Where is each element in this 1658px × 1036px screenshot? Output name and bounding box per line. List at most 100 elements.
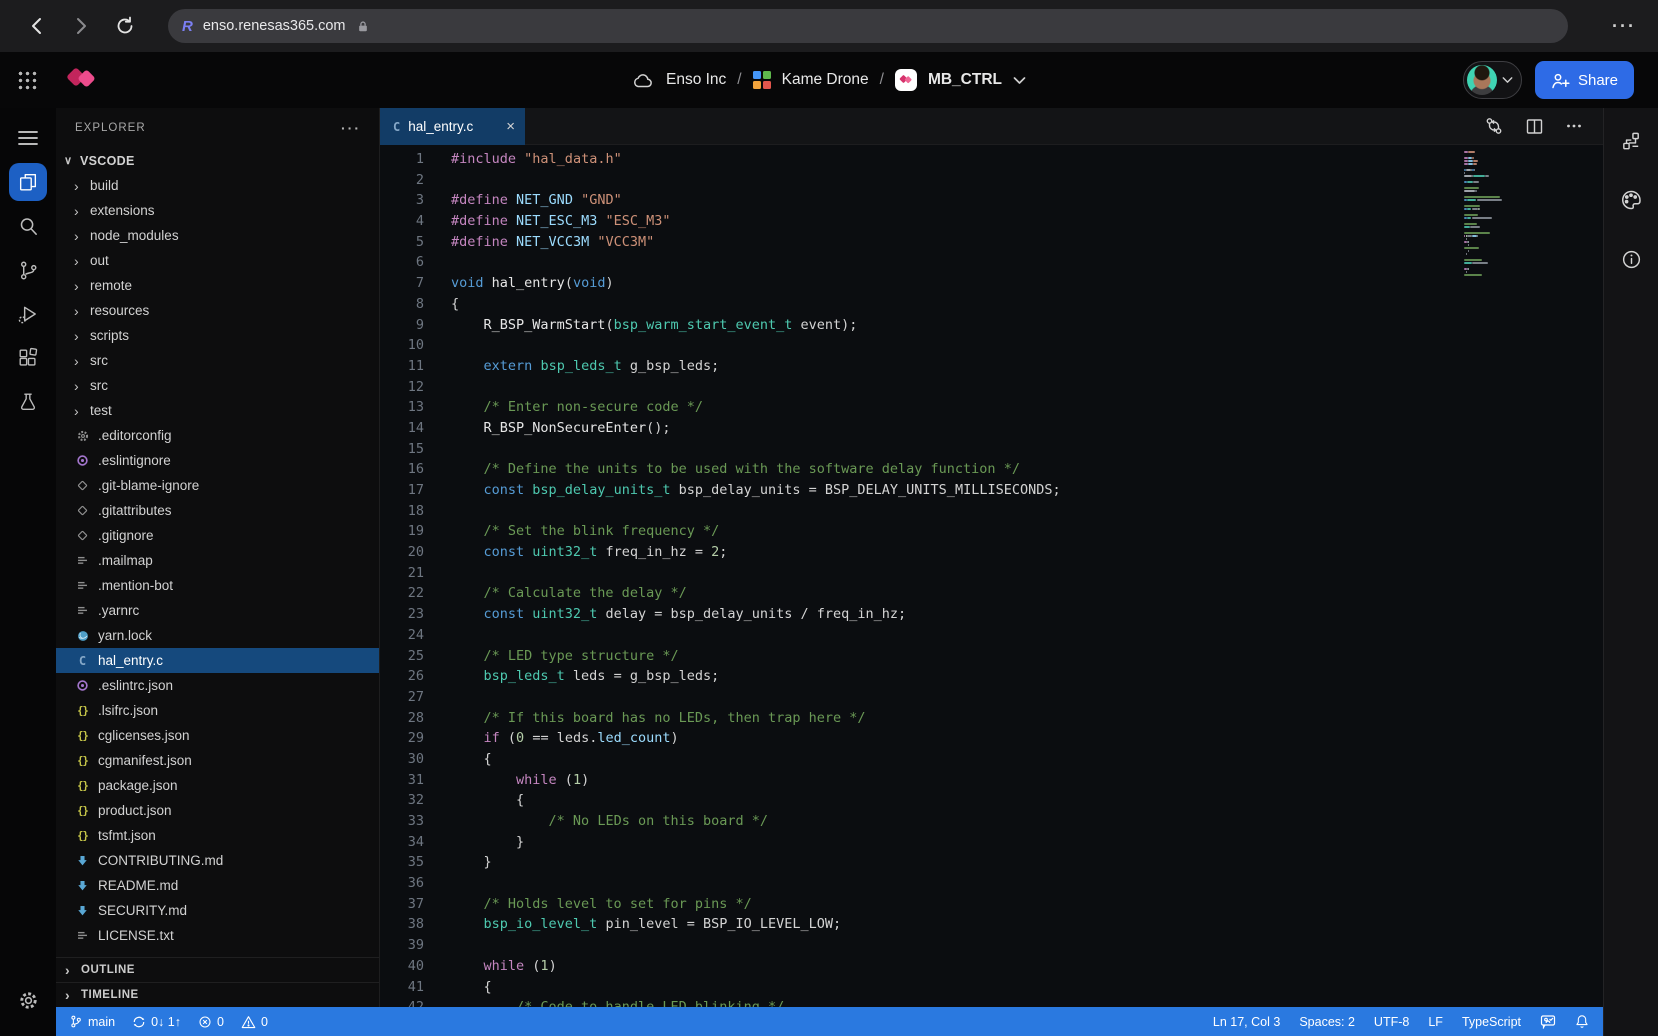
tree-folder[interactable]: ›node_modules	[56, 223, 379, 248]
tree-file[interactable]: .eslintignore	[56, 448, 379, 473]
breadcrumb-module[interactable]: MB_CTRL	[928, 71, 1002, 89]
code-line: 23 const uint32_t delay = bsp_delay_unit…	[380, 604, 1603, 625]
tab-hal-entry[interactable]: C hal_entry.c ×	[380, 108, 525, 145]
tree-folder[interactable]: ›test	[56, 398, 379, 423]
code-line: 19 /* Set the blink frequency */	[380, 521, 1603, 542]
code-line: 14 R_BSP_NonSecureEnter();	[380, 418, 1603, 439]
chevron-down-icon[interactable]	[1013, 76, 1026, 85]
git-icon	[74, 528, 91, 544]
notifications-bell-icon[interactable]	[1575, 1014, 1589, 1029]
line-number: 35	[380, 852, 424, 873]
app-launcher-icon[interactable]	[17, 70, 37, 90]
tree-file[interactable]: {}.lsifrc.json	[56, 698, 379, 723]
source-control-icon[interactable]	[4, 248, 52, 292]
section-outline[interactable]: ›OUTLINE	[56, 957, 379, 982]
json-icon: {}	[74, 828, 91, 844]
browser-forward-button[interactable]	[68, 13, 94, 39]
breadcrumb-separator: /	[880, 71, 884, 89]
tree-folder[interactable]: ›build	[56, 173, 379, 198]
explorer-icon[interactable]	[4, 160, 52, 204]
tree-file[interactable]: .yarnrc	[56, 598, 379, 623]
tree-file[interactable]: {}cgmanifest.json	[56, 748, 379, 773]
share-button[interactable]: Share	[1535, 61, 1634, 99]
file-name: README.md	[98, 878, 178, 893]
tree-file[interactable]: .git-blame-ignore	[56, 473, 379, 498]
address-bar[interactable]: R enso.renesas365.com	[168, 9, 1568, 43]
tree-file[interactable]: {}package.json	[56, 773, 379, 798]
browser-menu-icon[interactable]: ···	[1612, 16, 1636, 37]
tree-folder[interactable]: ›extensions	[56, 198, 379, 223]
browser-back-button[interactable]	[24, 13, 50, 39]
browser-reload-button[interactable]	[112, 13, 138, 39]
file-name: .mention-bot	[98, 578, 173, 593]
tree-folder[interactable]: ›src	[56, 348, 379, 373]
breadcrumb-org[interactable]: Enso Inc	[666, 71, 726, 89]
menu-icon[interactable]	[4, 116, 52, 160]
close-icon[interactable]: ×	[506, 118, 515, 135]
compare-changes-icon[interactable]	[1484, 116, 1504, 136]
breadcrumb-project[interactable]: Kame Drone	[782, 71, 869, 89]
tree-file[interactable]: Chal_entry.c	[56, 648, 379, 673]
code-line: 22 /* Calculate the delay */	[380, 583, 1603, 604]
feedback-icon[interactable]	[1540, 1014, 1556, 1029]
testing-icon[interactable]	[4, 380, 52, 424]
code-line: 8{	[380, 294, 1603, 315]
extensions-icon[interactable]	[4, 336, 52, 380]
tree-file[interactable]: .eslintrc.json	[56, 673, 379, 698]
branch-icon	[69, 1014, 83, 1029]
run-debug-icon[interactable]	[4, 292, 52, 336]
c-file-icon: C	[393, 120, 400, 134]
status-item[interactable]: Spaces: 2	[1299, 1015, 1355, 1029]
status-item[interactable]: UTF-8	[1374, 1015, 1409, 1029]
status-item[interactable]: Ln 17, Col 3	[1213, 1015, 1280, 1029]
tree-file[interactable]: README.md	[56, 873, 379, 898]
status-branch[interactable]: main	[69, 1014, 115, 1029]
tree-root[interactable]: ∨VSCODE	[56, 148, 379, 173]
md-icon	[74, 903, 91, 919]
status-item[interactable]: LF	[1428, 1015, 1443, 1029]
text-icon	[74, 553, 91, 569]
more-actions-icon[interactable]	[1565, 117, 1583, 135]
search-icon[interactable]	[4, 204, 52, 248]
tree-file[interactable]: {}cglicenses.json	[56, 723, 379, 748]
tree-folder[interactable]: ›scripts	[56, 323, 379, 348]
section-timeline[interactable]: ›TIMELINE	[56, 982, 379, 1007]
code-line: 38 bsp_io_level_t pin_level = BSP_IO_LEV…	[380, 914, 1603, 935]
status-error[interactable]: 0	[198, 1015, 224, 1029]
tree-folder[interactable]: ›src	[56, 373, 379, 398]
explorer-actions-icon[interactable]: ···	[341, 120, 361, 136]
tree-file[interactable]: SECURITY.md	[56, 898, 379, 923]
tree-folder[interactable]: ›resources	[56, 298, 379, 323]
theme-palette-icon[interactable]	[1613, 182, 1649, 218]
json-icon: {}	[74, 778, 91, 794]
tree-file[interactable]: LICENSE.txt	[56, 923, 379, 948]
tree-file[interactable]: .mailmap	[56, 548, 379, 573]
tree-file[interactable]: CONTRIBUTING.md	[56, 848, 379, 873]
sidebar-sections: ›OUTLINE›TIMELINE	[56, 957, 379, 1007]
status-sync[interactable]: 0↓ 1↑	[132, 1015, 181, 1029]
account-menu[interactable]	[1463, 61, 1522, 99]
tree-file[interactable]: .mention-bot	[56, 573, 379, 598]
info-icon[interactable]	[1613, 241, 1649, 277]
tree-file[interactable]: .gitattributes	[56, 498, 379, 523]
tree-file[interactable]: .editorconfig	[56, 423, 379, 448]
tree-file[interactable]: .gitignore	[56, 523, 379, 548]
line-number: 13	[380, 397, 424, 418]
status-warning[interactable]: 0	[241, 1015, 268, 1029]
chevron-right-icon: ›	[74, 278, 90, 294]
chevron-right-icon: ›	[65, 987, 81, 1003]
person-add-icon	[1551, 72, 1570, 89]
status-item[interactable]: TypeScript	[1462, 1015, 1521, 1029]
split-editor-icon[interactable]	[1525, 117, 1544, 136]
schematic-icon[interactable]	[1613, 123, 1649, 159]
tree-file[interactable]: {}product.json	[56, 798, 379, 823]
tree-file[interactable]: {}tsfmt.json	[56, 823, 379, 848]
tree-file[interactable]: yarn.lock	[56, 623, 379, 648]
tree-folder[interactable]: ›out	[56, 248, 379, 273]
minimap[interactable]	[1464, 151, 1520, 277]
settings-icon[interactable]	[4, 978, 52, 1022]
renesas-logo-icon[interactable]	[63, 65, 99, 95]
code-editor[interactable]: 1#include "hal_data.h"23#define NET_GND …	[380, 145, 1603, 1007]
tree-folder[interactable]: ›remote	[56, 273, 379, 298]
line-number: 6	[380, 252, 424, 273]
